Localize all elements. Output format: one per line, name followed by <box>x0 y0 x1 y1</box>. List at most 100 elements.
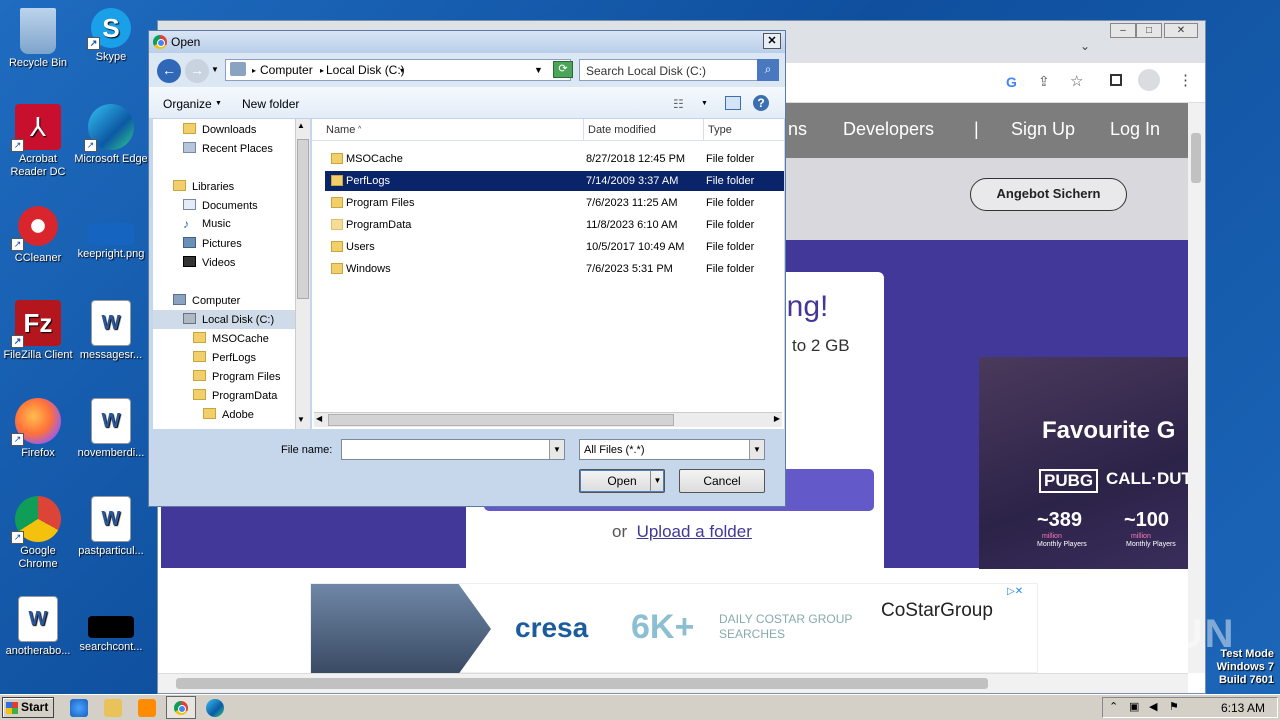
tree-item-videos[interactable]: Videos <box>183 256 235 269</box>
open-button[interactable]: Open ▼ <box>579 469 665 493</box>
tree-scrollbar[interactable]: ▲ ▼ <box>295 119 310 429</box>
word-doc-icon[interactable]: W anotherabo... <box>0 596 76 658</box>
nav-item-developers[interactable]: Developers <box>843 119 934 140</box>
tree-item-perflogs[interactable]: PerfLogs <box>193 351 256 364</box>
new-folder-button[interactable]: New folder <box>242 97 299 111</box>
file-row-selected[interactable]: PerfLogs 7/14/2009 3:37 AM File folder <box>325 171 784 191</box>
angebot-sichern-button[interactable]: Angebot Sichern <box>970 178 1127 211</box>
skype-icon[interactable]: S ↗ Skype <box>73 8 149 64</box>
media-player-icon[interactable] <box>138 699 156 717</box>
scroll-right-icon[interactable]: ▶ <box>774 414 780 423</box>
nav-item-partial[interactable]: ns <box>788 119 807 140</box>
path-computer[interactable]: Computer <box>260 63 313 77</box>
close-dialog-button[interactable]: ✕ <box>763 33 781 49</box>
tree-item-program-files[interactable]: Program Files <box>193 370 280 383</box>
share-icon[interactable]: ⇪ <box>1038 73 1050 90</box>
word-doc-icon[interactable]: W pastparticul... <box>73 496 149 558</box>
refresh-icon[interactable]: ⟳ <box>553 61 573 78</box>
star-icon[interactable]: ☆ <box>1070 72 1083 90</box>
acrobat-icon[interactable]: ⅄ ↗ Acrobat Reader DC <box>0 104 76 179</box>
chevron-down-icon[interactable]: ▼ <box>749 440 764 459</box>
flag-icon[interactable]: ⚑ <box>1169 700 1179 713</box>
ad-game1: PUBG <box>1039 469 1099 493</box>
search-icon[interactable]: ⌕ <box>757 59 779 81</box>
open-dropdown-icon[interactable]: ▼ <box>650 470 664 492</box>
word-doc-icon[interactable]: W novemberdi... <box>73 398 149 460</box>
forward-button[interactable]: → <box>185 59 209 83</box>
tree-item-programdata[interactable]: ProgramData <box>193 389 277 402</box>
start-button[interactable]: Start <box>2 697 54 718</box>
tree-item-documents[interactable]: Documents <box>183 199 258 212</box>
file-row[interactable]: Program Files 7/6/2023 11:25 AM File fol… <box>325 193 784 213</box>
tree-item-msocache[interactable]: MSOCache <box>193 332 269 345</box>
bottom-ad[interactable]: cresa 6K+ DAILY COSTAR GROUP SEARCHES Co… <box>310 583 1038 674</box>
image-file-icon[interactable]: keepright.png <box>73 203 149 261</box>
horizontal-scrollbar[interactable] <box>158 673 1188 693</box>
path-local-disk[interactable]: Local Disk (C:) <box>326 63 405 77</box>
minimize-button[interactable]: – <box>1110 23 1136 38</box>
tree-item-adobe[interactable]: Adobe <box>203 408 254 421</box>
back-button[interactable]: ← <box>157 59 181 83</box>
file-row[interactable]: Users 10/5/2017 10:49 AM File folder <box>325 237 784 257</box>
organize-button[interactable]: Organize <box>163 97 212 111</box>
avatar[interactable] <box>1138 69 1160 91</box>
scroll-left-icon[interactable]: ◀ <box>316 414 322 423</box>
address-dropdown-icon[interactable]: ▼ <box>534 65 543 75</box>
taskbar-chrome-button[interactable] <box>166 696 196 719</box>
file-type-select[interactable]: All Files (*.*) ▼ <box>579 439 765 460</box>
chevron-down-icon[interactable]: ⌄ <box>1080 39 1090 53</box>
tree-item-music[interactable]: ♪ Music <box>183 218 231 230</box>
side-ad[interactable]: Favourite G PUBG CALL·DUTY ~389 ~100 mil… <box>979 357 1203 569</box>
scroll-down-icon[interactable]: ▼ <box>297 415 305 424</box>
file-row[interactable]: Windows 7/6/2023 5:31 PM File folder <box>325 259 784 279</box>
firefox-icon[interactable]: ↗ Firefox <box>0 398 76 460</box>
ccleaner-icon[interactable]: ↗ CCleaner <box>0 203 76 265</box>
column-date[interactable]: Date modified <box>588 124 656 136</box>
column-name[interactable]: Name <box>326 124 355 136</box>
recycle-bin-icon[interactable]: Recycle Bin <box>0 8 76 70</box>
address-bar[interactable]: ▸ Computer ▸ Local Disk (C:) ▾ ▼ <box>225 59 571 81</box>
chevron-down-icon[interactable]: ▼ <box>549 440 564 459</box>
ad-choices-icon[interactable]: ▷✕ <box>1007 586 1023 597</box>
search-input[interactable]: Search Local Disk (C:) ⌕ <box>579 59 779 81</box>
file-name-input[interactable]: ▼ <box>341 439 565 460</box>
tree-item-pictures[interactable]: Pictures <box>183 237 242 250</box>
column-type[interactable]: Type <box>708 124 732 136</box>
file-icon[interactable]: searchcont... <box>73 596 149 654</box>
file-list-hscroll[interactable]: ◀ ▶ <box>314 412 782 427</box>
file-row[interactable]: MSOCache 8/27/2018 12:45 PM File folder <box>325 149 784 169</box>
clock[interactable]: 6:13 AM <box>1221 701 1265 715</box>
edge-icon[interactable] <box>206 699 224 717</box>
view-dropdown-icon[interactable]: ▼ <box>701 100 708 107</box>
nav-item-signup[interactable]: Sign Up <box>1011 119 1075 140</box>
file-row[interactable]: ProgramData 11/8/2023 6:10 AM File folde… <box>325 215 784 235</box>
tree-item-local-disk[interactable]: Local Disk (C:) <box>153 310 295 329</box>
tray-expand-icon[interactable]: ⌃ <box>1109 700 1118 713</box>
nav-item-login[interactable]: Log In <box>1110 119 1160 140</box>
sidepanel-icon[interactable] <box>1110 74 1122 86</box>
google-icon[interactable]: G <box>1006 74 1017 90</box>
ie-icon[interactable] <box>70 699 88 717</box>
explorer-icon[interactable] <box>104 699 122 717</box>
help-icon[interactable]: ? <box>753 95 769 111</box>
upload-folder-link[interactable]: Upload a folder <box>637 522 752 541</box>
tree-item-libraries[interactable]: Libraries <box>173 180 234 193</box>
word-doc-icon[interactable]: W messagesr... <box>73 300 149 362</box>
vertical-scrollbar[interactable] <box>1188 103 1205 673</box>
scroll-up-icon[interactable]: ▲ <box>297 121 305 130</box>
tree-item-recent-places[interactable]: Recent Places <box>183 142 273 155</box>
chrome-icon[interactable]: ↗ Google Chrome <box>0 496 76 571</box>
tree-item-downloads[interactable]: Downloads <box>183 123 256 136</box>
preview-pane-icon[interactable] <box>725 96 741 110</box>
close-window-button[interactable]: ✕ <box>1164 23 1198 38</box>
maximize-button[interactable]: □ <box>1136 23 1162 38</box>
volume-icon[interactable]: ◀ <box>1149 700 1157 713</box>
view-icon[interactable]: ☷ <box>673 97 684 111</box>
history-dropdown-icon[interactable]: ▼ <box>211 65 219 74</box>
filezilla-icon[interactable]: Fz ↗ FileZilla Client <box>0 300 76 362</box>
menu-icon[interactable]: ⋮ <box>1178 71 1193 89</box>
edge-icon[interactable]: ↗ Microsoft Edge <box>73 104 149 166</box>
cancel-button[interactable]: Cancel <box>679 469 765 493</box>
tree-item-computer[interactable]: Computer <box>173 294 240 307</box>
network-icon[interactable]: ▣ <box>1129 700 1139 713</box>
